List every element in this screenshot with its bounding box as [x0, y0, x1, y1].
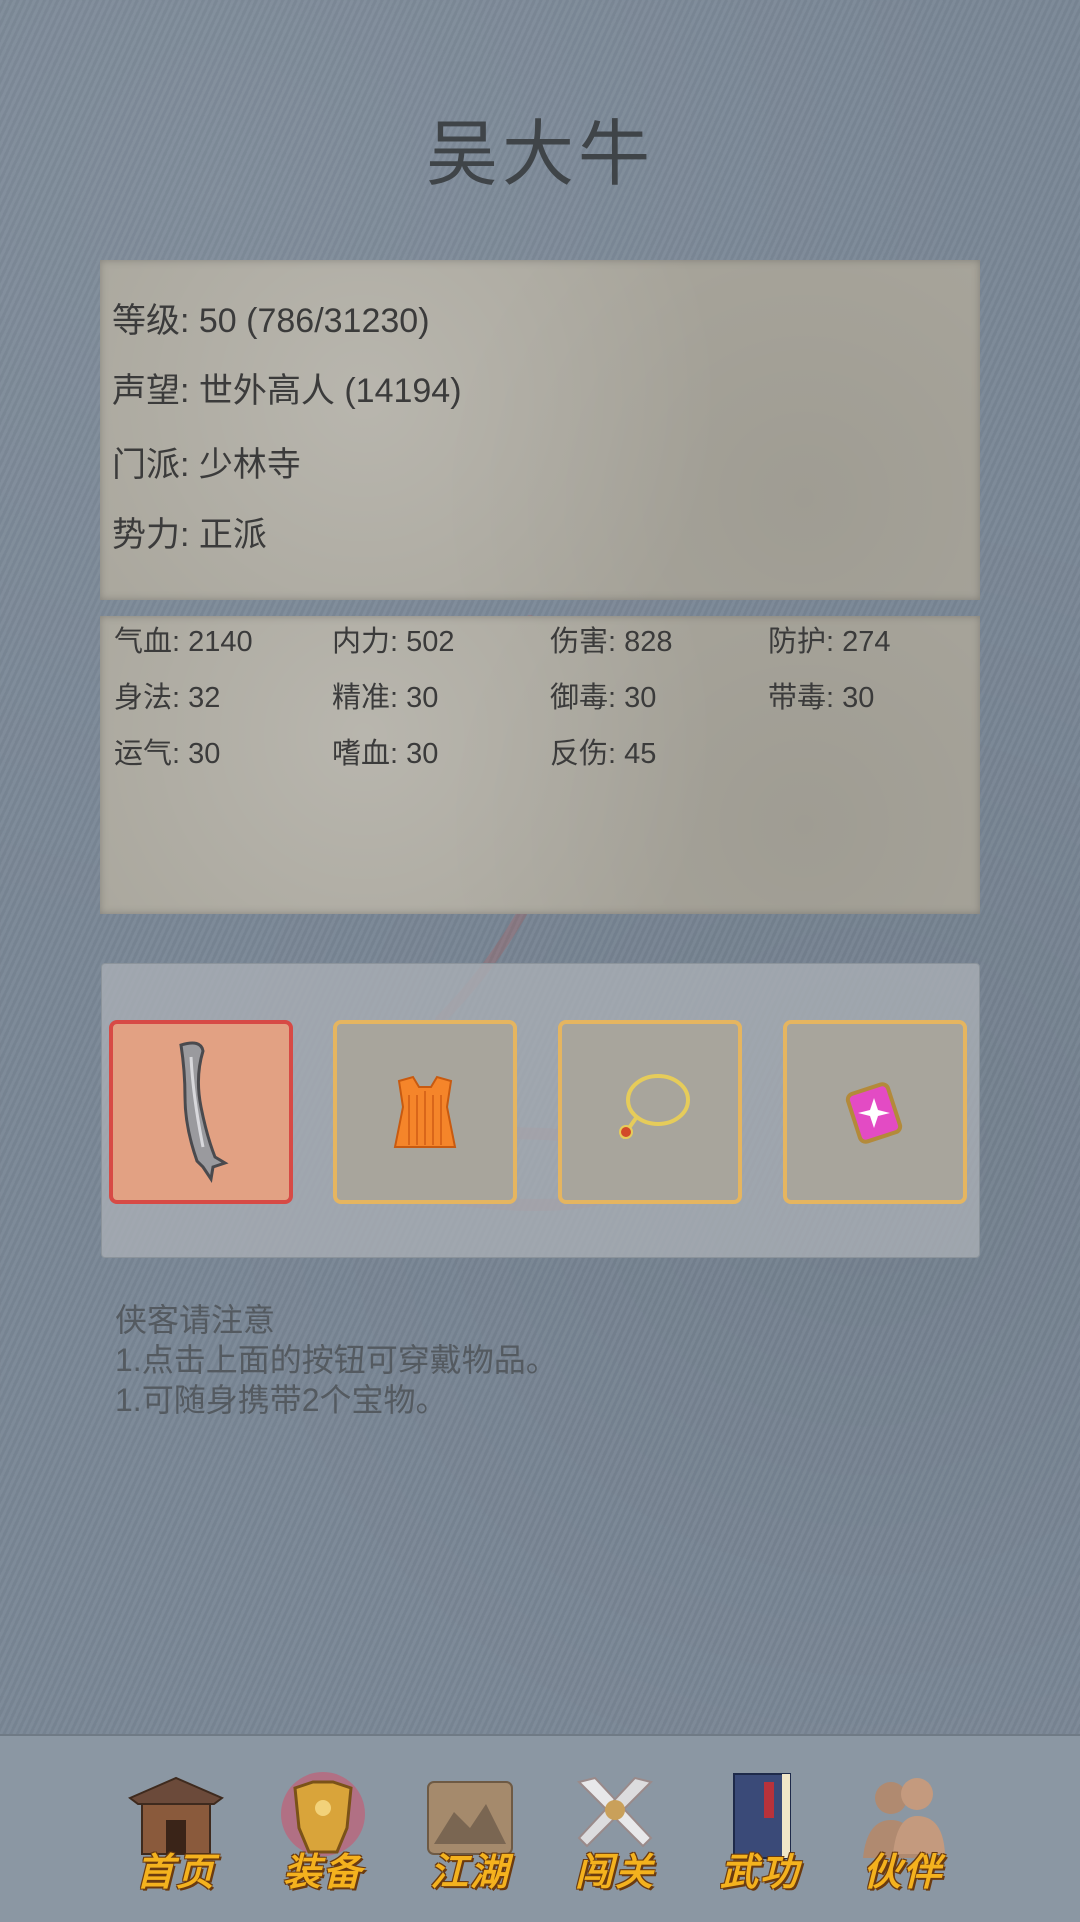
attributes-grid: 气血: 2140 内力: 502 伤害: 828 防护: 274 身法: 32 …	[114, 624, 984, 772]
stat-luck: 运气: 30	[114, 738, 221, 770]
stat-poison-resist: 御毒: 30	[550, 682, 657, 714]
nav-partner-label: 伙伴	[862, 1849, 943, 1894]
nav-stage[interactable]: 闯关	[555, 1768, 675, 1896]
stat-inner-power: 内力: 502	[332, 626, 455, 658]
attributes-panel: 气血: 2140 内力: 502 伤害: 828 防护: 274 身法: 32 …	[100, 616, 980, 914]
nav-equip-label: 装备	[282, 1849, 363, 1894]
stat-accuracy: 精准: 30	[332, 682, 439, 714]
nav-equip[interactable]: 装备	[263, 1768, 383, 1896]
character-name: 吴大牛	[425, 112, 654, 196]
nav-stage-label: 闯关	[574, 1849, 655, 1894]
stat-damage: 伤害: 828	[550, 626, 673, 658]
character-info-panel: 等级: 50 (786/31230) 声望: 世外高人 (14194) 门派: …	[100, 260, 980, 600]
notice-line-1: 1.点击上面的按钮可穿戴物品。	[115, 1342, 558, 1378]
equip-slot-necklace[interactable]	[558, 1020, 742, 1204]
notice-line-2: 1.可随身携带2个宝物。	[115, 1382, 448, 1418]
nav-world[interactable]: 江湖	[410, 1768, 530, 1896]
nav-skills[interactable]: 武功	[700, 1768, 820, 1896]
nav-home-label: 首页	[135, 1849, 216, 1894]
notice-heading: 侠客请注意	[115, 1302, 276, 1338]
stat-lifesteal: 嗜血: 30	[332, 738, 439, 770]
bottom-nav-bar: 首页 装备 江湖 闯关 武功 伙伴	[0, 1734, 1080, 1922]
notice-block: 侠客请注意 1.点击上面的按钮可穿戴物品。 1.可随身携带2个宝物。	[115, 1300, 558, 1420]
reputation-text: 声望: 世外高人 (14194)	[112, 372, 462, 410]
nav-partner[interactable]: 伙伴	[843, 1768, 963, 1896]
faction-text: 势力: 正派	[112, 516, 267, 554]
stat-defense: 防护: 274	[768, 626, 891, 658]
nav-world-label: 江湖	[429, 1849, 510, 1894]
stat-hp: 气血: 2140	[114, 626, 253, 658]
stat-poison: 带毒: 30	[768, 682, 875, 714]
armor-vest-icon	[393, 1075, 457, 1148]
nav-home[interactable]: 首页	[116, 1768, 236, 1896]
equip-slot-treasure[interactable]	[783, 1020, 967, 1204]
stat-agility: 身法: 32	[114, 682, 221, 714]
level-text: 等级: 50 (786/31230)	[112, 302, 430, 340]
nav-skills-label: 武功	[719, 1849, 800, 1894]
blade-icon	[179, 1041, 229, 1183]
equip-slot-weapon[interactable]	[109, 1020, 293, 1204]
sect-text: 门派: 少林寺	[112, 446, 301, 484]
gem-amulet-icon	[845, 1082, 903, 1144]
necklace-icon	[619, 1074, 690, 1140]
equipment-panel	[101, 963, 980, 1258]
equip-slot-armor[interactable]	[333, 1020, 517, 1204]
stat-reflect: 反伤: 45	[550, 738, 657, 770]
